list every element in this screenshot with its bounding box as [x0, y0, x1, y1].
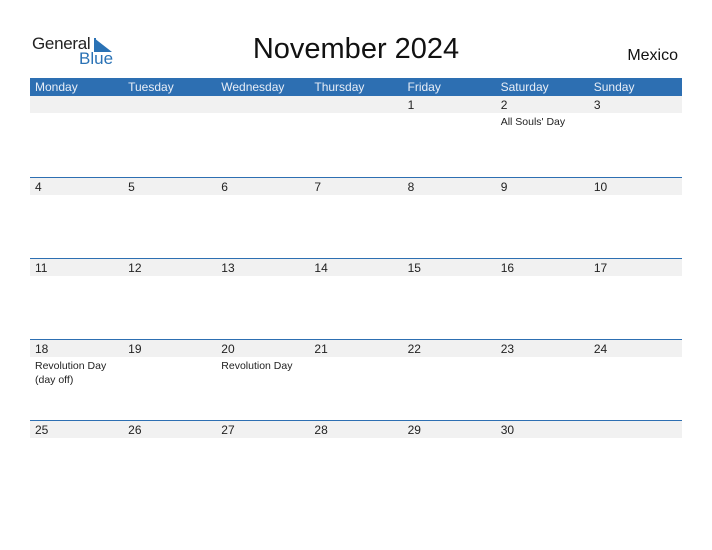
- weekday-header: Monday Tuesday Wednesday Thursday Friday…: [30, 78, 682, 96]
- day-number: 23: [500, 342, 515, 356]
- day-cell: 25: [30, 421, 123, 502]
- weekday-friday: Friday: [407, 80, 441, 94]
- day-number: 3: [593, 98, 601, 112]
- day-number: 2: [500, 98, 508, 112]
- weekday-saturday: Saturday: [500, 80, 549, 94]
- day-cell: 26: [123, 421, 216, 502]
- calendar-title: November 2024: [252, 33, 460, 65]
- day-cell: 29: [403, 421, 496, 502]
- day-number: 15: [407, 261, 421, 275]
- week-row: 25 26 27 28 29 30: [30, 420, 682, 502]
- day-cell: [216, 96, 309, 177]
- day-cell: 19: [123, 340, 216, 421]
- day-number: 11: [35, 261, 48, 275]
- day-number: 27: [221, 423, 235, 437]
- day-number: 4: [35, 180, 42, 194]
- day-number: 1: [407, 98, 415, 112]
- weekday-monday: Monday: [35, 80, 78, 94]
- weekday-thursday: Thursday: [314, 80, 365, 94]
- day-number: 5: [128, 180, 135, 194]
- day-cell: [589, 421, 682, 502]
- weekday-wednesday: Wednesday: [221, 80, 285, 94]
- day-cell: 8: [403, 178, 496, 259]
- day-number: 17: [593, 261, 608, 275]
- day-cell: 11: [30, 259, 123, 340]
- day-number: 20: [221, 342, 235, 356]
- day-cell: 23: [496, 340, 589, 421]
- day-number: 14: [314, 261, 328, 275]
- day-number: 24: [593, 342, 608, 356]
- day-cell: 21: [309, 340, 402, 421]
- day-cell: 2 All Souls' Day: [496, 96, 589, 177]
- day-cell: [309, 96, 402, 177]
- day-cell: 27: [216, 421, 309, 502]
- day-cell: 6: [216, 178, 309, 259]
- day-number: 7: [314, 180, 322, 194]
- day-number: 10: [593, 180, 608, 194]
- day-number: 18: [35, 342, 49, 356]
- day-cell: 24: [589, 340, 682, 421]
- day-number: 21: [314, 342, 328, 356]
- day-cell: [30, 96, 123, 177]
- day-cell: 14: [309, 259, 402, 340]
- day-number: 19: [128, 342, 142, 356]
- day-cell: 18 Revolution Day (day off): [30, 340, 123, 421]
- week-row: 4 5 6 7 8 9 10: [30, 177, 682, 259]
- day-number: 26: [128, 423, 142, 437]
- day-cell: 20 Revolution Day: [216, 340, 309, 421]
- day-cell: 3: [589, 96, 682, 177]
- day-cell: 22: [403, 340, 496, 421]
- day-cell: 1: [403, 96, 496, 177]
- day-cell: 17: [589, 259, 682, 340]
- weekday-tuesday: Tuesday: [128, 80, 174, 94]
- day-number: 25: [35, 423, 49, 437]
- day-number: 22: [407, 342, 421, 356]
- day-cell: 16: [496, 259, 589, 340]
- holiday-label: Revolution Day (day off): [35, 360, 107, 386]
- day-number: 8: [407, 180, 415, 194]
- day-cell: [123, 96, 216, 177]
- day-number: 28: [314, 423, 328, 437]
- day-number: 16: [500, 261, 515, 275]
- day-number: 29: [407, 423, 421, 437]
- country-label: Mexico: [627, 47, 678, 64]
- day-cell: 28: [309, 421, 402, 502]
- week-row: 11 12 13 14 15 16 17: [30, 258, 682, 340]
- holiday-label: All Souls' Day: [500, 116, 566, 128]
- day-cell: 12: [123, 259, 216, 340]
- day-number: 12: [128, 261, 142, 275]
- day-cell: 9: [496, 178, 589, 259]
- day-number: 30: [500, 423, 515, 437]
- day-number: 13: [221, 261, 235, 275]
- day-cell: 7: [309, 178, 402, 259]
- week-row: 18 Revolution Day (day off) 19 20 Revolution…: [30, 339, 682, 421]
- day-cell: 13: [216, 259, 309, 340]
- day-number: 6: [221, 180, 228, 194]
- day-cell: 30: [496, 421, 589, 502]
- day-number: 9: [500, 180, 508, 194]
- holiday-label: Revolution Day: [221, 360, 293, 372]
- week-row: 1 2 All Souls' Day 3: [30, 96, 682, 177]
- day-cell: 15: [403, 259, 496, 340]
- weekday-sunday: Sunday: [593, 80, 635, 94]
- day-cell: 10: [589, 178, 682, 259]
- day-cell: 5: [123, 178, 216, 259]
- day-cell: 4: [30, 178, 123, 259]
